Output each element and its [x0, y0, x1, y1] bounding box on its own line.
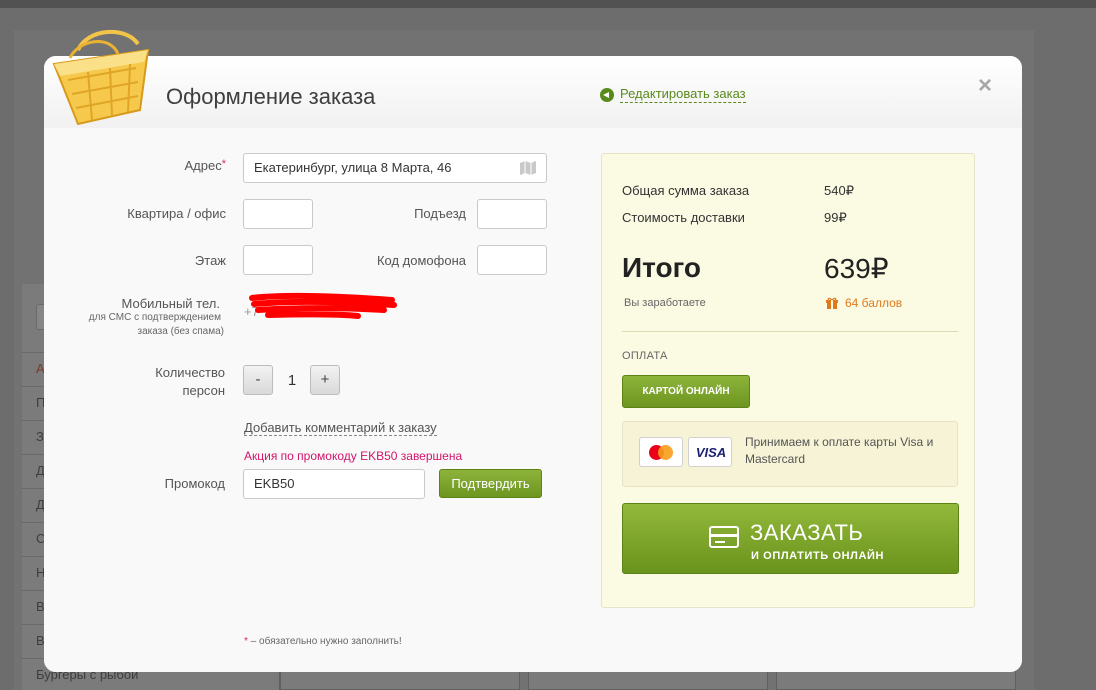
- gift-icon: [826, 297, 838, 309]
- modal-title: Оформление заказа: [166, 84, 376, 109]
- entrance-input[interactable]: [477, 199, 547, 229]
- accepted-cards-text: Принимаем к оплате карты Visa и Masterca…: [745, 435, 934, 466]
- checkout-modal: Оформление заказа Редактировать заказ × …: [44, 30, 1022, 672]
- address-input[interactable]: Екатеринбург, улица 8 Марта, 46: [243, 153, 547, 183]
- address-label: Адрес*: [144, 158, 227, 173]
- accepted-cards: VISA Принимаем к оплате карты Visa и Mas…: [622, 421, 958, 487]
- entrance-label: Подъезд: [414, 206, 466, 221]
- place-order-sublabel: И ОПЛАТИТЬ ОНЛАЙН: [751, 550, 885, 562]
- confirm-promo-button[interactable]: Подтвердить: [439, 469, 542, 498]
- required-mark: *: [221, 158, 226, 170]
- redaction-scribble: [249, 292, 397, 319]
- background-card: [528, 670, 768, 690]
- delivery-label: Стоимость доставки: [622, 210, 745, 225]
- address-value: Екатеринбург, улица 8 Марта, 46: [254, 160, 452, 175]
- promo-label: Промокод: [164, 476, 225, 491]
- persons-label-line1: Количество: [155, 365, 225, 380]
- footnote-text: – обязательно нужно заполнить!: [247, 636, 402, 647]
- required-footnote: * – обязательно нужно заполнить!: [244, 636, 402, 647]
- total-value: 639₽: [824, 253, 889, 284]
- order-sum-value: 540₽: [824, 183, 854, 198]
- mastercard-circle-right: [658, 445, 673, 460]
- payment-heading: ОПЛАТА: [622, 350, 668, 362]
- persons-label-line2: персон: [182, 383, 225, 398]
- promo-input[interactable]: EKB50: [243, 469, 425, 499]
- delivery-value: 99₽: [824, 210, 847, 225]
- earn-value: 64 баллов: [845, 296, 903, 310]
- pay-card-online-button[interactable]: КАРТОЙ ОНЛАЙН: [622, 375, 750, 408]
- earn-label: Вы заработаете: [624, 297, 706, 309]
- mastercard-logo: [639, 437, 683, 467]
- order-summary: Общая сумма заказа 540₽ Стоимость достав…: [601, 153, 975, 608]
- floor-input[interactable]: [243, 245, 313, 275]
- edit-order-label: Редактировать заказ: [620, 86, 746, 103]
- phone-hint-line2: заказа (без спама): [137, 326, 224, 337]
- persons-increase-button[interactable]: +: [310, 365, 340, 395]
- basket-icon: [52, 30, 150, 126]
- floor-label: Этаж: [194, 253, 226, 268]
- persons-decrease-button[interactable]: -: [243, 365, 273, 395]
- place-order-button[interactable]: ЗАКАЗАТЬ И ОПЛАТИТЬ ОНЛАЙН: [622, 503, 959, 574]
- intercom-label: Код домофона: [376, 253, 466, 268]
- edit-order-link[interactable]: Редактировать заказ: [600, 86, 746, 103]
- background-card: [776, 670, 1016, 690]
- summary-divider: [622, 331, 958, 332]
- visa-logo: VISA: [688, 437, 732, 467]
- persons-count: 1: [287, 372, 297, 389]
- apartment-input[interactable]: [243, 199, 313, 229]
- background-card: [280, 670, 520, 690]
- apartment-label: Квартира / офис: [127, 206, 226, 221]
- map-icon[interactable]: [520, 161, 536, 175]
- total-label: Итого: [622, 252, 701, 283]
- visa-logo-text: VISA: [695, 445, 727, 460]
- earn-points: 64 баллов: [826, 296, 902, 310]
- add-comment-link[interactable]: Добавить комментарий к заказу: [244, 420, 437, 436]
- credit-card-icon: [709, 526, 739, 548]
- phone-label: Мобильный тел.: [121, 296, 220, 311]
- phone-hint-line1: для СМС с подтверждением: [88, 312, 221, 323]
- promo-status-message: Акция по промокоду EKB50 завершена: [244, 449, 463, 463]
- intercom-input[interactable]: [477, 245, 547, 275]
- order-sum-label: Общая сумма заказа: [622, 183, 750, 198]
- close-button[interactable]: ×: [978, 74, 992, 98]
- background-topbar: [0, 0, 1096, 8]
- back-arrow-icon: [600, 87, 614, 102]
- address-label-text: Адрес: [184, 158, 222, 173]
- place-order-label: ЗАКАЗАТЬ: [750, 520, 864, 545]
